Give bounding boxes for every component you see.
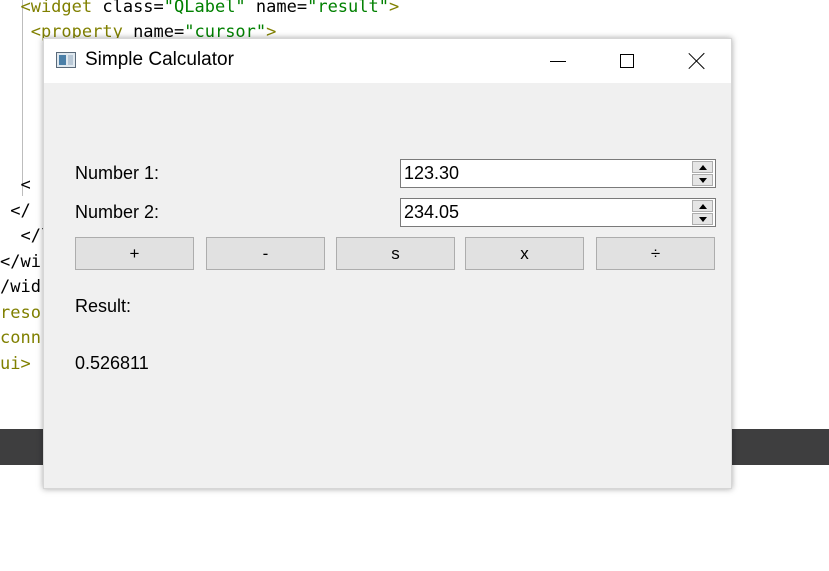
number1-decrement-button[interactable] [692, 174, 713, 186]
number2-spin-arrows [692, 200, 713, 225]
number2-decrement-button[interactable] [692, 213, 713, 225]
code-token: ui> [0, 354, 31, 374]
code-line: </wi [0, 252, 41, 272]
code-line: ui> [0, 354, 31, 374]
chevron-down-icon [698, 216, 707, 222]
code-token: conn [0, 328, 41, 348]
number1-increment-button[interactable] [692, 161, 713, 173]
code-token: name= [245, 0, 308, 17]
maximize-icon [620, 54, 634, 68]
close-icon [688, 52, 706, 70]
code-token: < [0, 175, 31, 195]
code-line: <widget class="QLabel" name="result"> [0, 0, 399, 17]
result-value: 0.526811 [75, 353, 149, 373]
multiply-button[interactable]: x [465, 237, 584, 270]
s-button[interactable]: s [336, 237, 455, 270]
code-line: < [0, 175, 31, 195]
code-token: /wid [0, 277, 41, 297]
number2-increment-button[interactable] [692, 200, 713, 212]
subtract-button[interactable]: - [206, 237, 325, 270]
code-token: reso [0, 303, 41, 323]
result-label: Result: [75, 296, 132, 316]
number2-input[interactable] [401, 199, 691, 226]
minimize-icon [550, 60, 566, 62]
code-token: "QLabel" [163, 0, 246, 17]
number1-spinbox[interactable] [400, 159, 716, 188]
code-token: </wi [0, 252, 41, 272]
window-app-icon [56, 52, 76, 68]
window-title: Simple Calculator [85, 49, 234, 70]
close-button[interactable] [674, 39, 720, 83]
code-token: </ [0, 201, 31, 221]
minimize-button[interactable] [535, 39, 581, 83]
code-token: <widget [0, 0, 93, 17]
maximize-button[interactable] [604, 39, 650, 83]
add-button[interactable]: + [75, 237, 194, 270]
code-line: conn [0, 328, 41, 348]
code-token: "result" [307, 0, 389, 17]
chevron-up-icon [698, 203, 707, 209]
code-line: reso [0, 303, 41, 323]
code-line: </ [0, 201, 31, 221]
number1-spin-arrows [692, 161, 713, 186]
code-token: class= [92, 0, 164, 17]
code-line: /wid [0, 277, 41, 297]
title-bar[interactable]: Simple Calculator [44, 39, 731, 83]
chevron-down-icon [698, 177, 707, 183]
divide-button[interactable]: ÷ [596, 237, 715, 270]
calculator-window: Simple Calculator Number 1: Number 2: [43, 38, 732, 489]
number2-label: Number 2: [75, 202, 160, 222]
number1-label: Number 1: [75, 163, 160, 183]
number2-spinbox[interactable] [400, 198, 716, 227]
number1-input[interactable] [401, 160, 691, 187]
code-token: > [388, 0, 400, 17]
chevron-up-icon [698, 164, 707, 170]
